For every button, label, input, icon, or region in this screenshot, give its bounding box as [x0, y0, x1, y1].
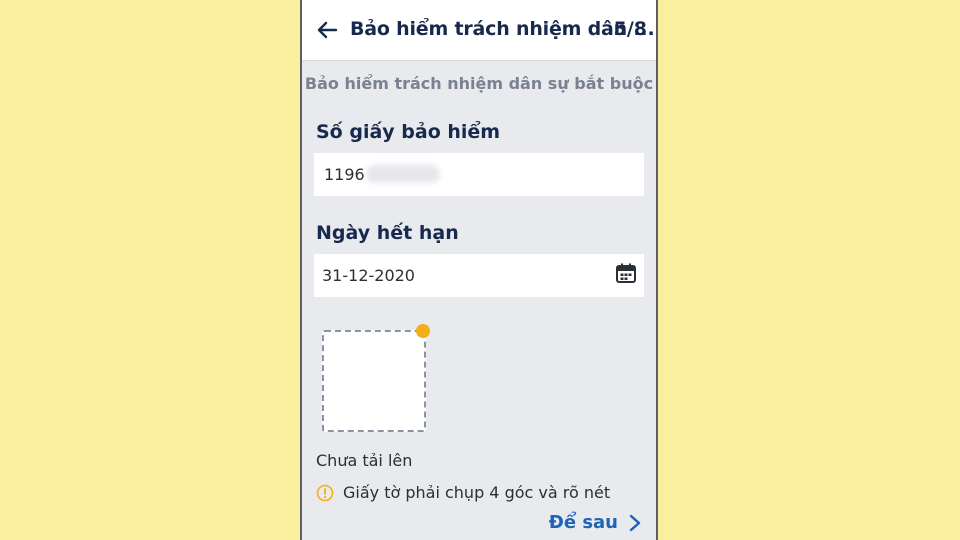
page-title: Bảo hiểm trách nhiệm dân ... — [350, 18, 655, 40]
arrow-left-icon[interactable] — [316, 19, 338, 41]
calendar-icon[interactable] — [615, 262, 637, 284]
skip-later-button[interactable]: Để sau — [549, 512, 642, 533]
expiry-date-input[interactable] — [314, 254, 644, 297]
info-circle-icon — [316, 484, 334, 502]
expiry-date-label: Ngày hết hạn — [316, 222, 459, 244]
section-subtitle: Bảo hiểm trách nhiệm dân sự bắt buộc — [304, 74, 654, 93]
step-counter: 5/8 — [613, 18, 647, 40]
phone-screen: Bảo hiểm trách nhiệm dân ... 5/8 Bảo hiể… — [300, 0, 658, 540]
redacted-number-blur — [366, 165, 440, 183]
insurance-number-label: Số giấy bảo hiểm — [316, 121, 501, 143]
chevron-right-icon — [629, 514, 641, 531]
skip-later-label: Để sau — [548, 512, 618, 533]
app-header: Bảo hiểm trách nhiệm dân ... 5/8 — [302, 0, 656, 61]
upload-hint-text: Giấy tờ phải chụp 4 góc và rõ nét — [343, 483, 611, 502]
document-upload-slot[interactable] — [322, 330, 426, 432]
upload-status-text: Chưa tải lên — [316, 451, 413, 470]
insurance-number-input[interactable] — [314, 153, 644, 196]
warning-badge-icon — [416, 324, 430, 338]
